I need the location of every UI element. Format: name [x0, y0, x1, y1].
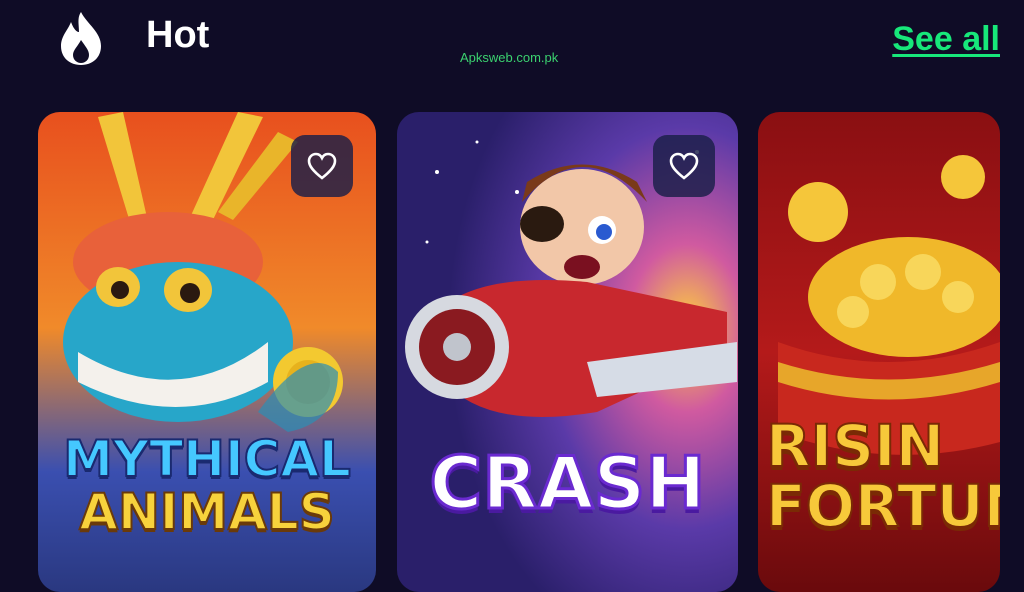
game-title-line1: MYTHICAL: [62, 430, 352, 488]
flame-icon: [61, 12, 101, 65]
heart-icon: [307, 152, 337, 180]
game-card-mythical-animals[interactable]: MYTHICAL ANIMALS: [38, 112, 376, 592]
section-header: Hot Apksweb.com.pk See all: [0, 0, 1024, 90]
game-title: CRASH: [428, 441, 707, 525]
game-card-rising-fortune[interactable]: RISIN FORTUN: [758, 112, 1000, 592]
favorite-button[interactable]: [653, 135, 715, 197]
game-card-crash[interactable]: CRASH: [397, 112, 738, 592]
heart-icon: [669, 152, 699, 180]
game-title-line2: ANIMALS: [78, 483, 335, 541]
game-title-line1: RISIN: [765, 412, 945, 480]
see-all-link[interactable]: See all: [892, 20, 1000, 59]
watermark-text: Apksweb.com.pk: [460, 50, 559, 65]
game-title-line2: FORTUN: [765, 472, 1000, 540]
favorite-button[interactable]: [291, 135, 353, 197]
section-title: Hot: [146, 14, 210, 56]
